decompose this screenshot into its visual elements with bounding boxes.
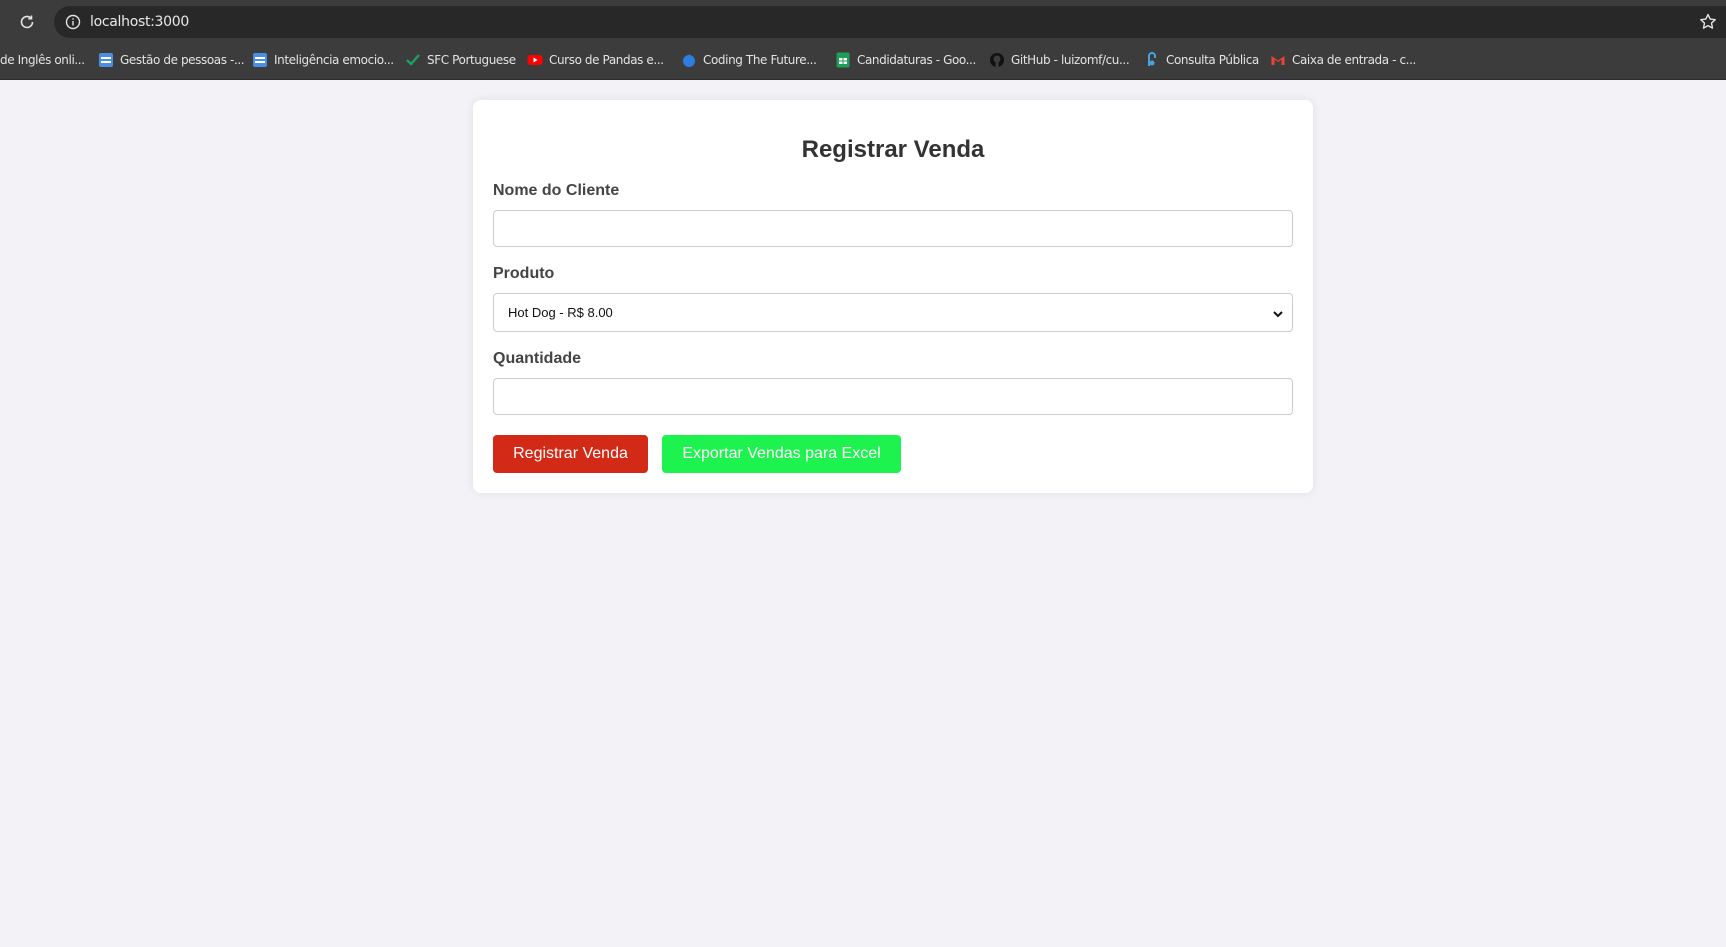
product-selected-value: Hot Dog - R$ 8.00: [508, 305, 613, 320]
site-info-icon[interactable]: [64, 13, 82, 31]
doc-icon: [98, 52, 114, 68]
reload-icon[interactable]: [17, 12, 37, 32]
bookmark-label: Caixa de entrada - c...: [1292, 53, 1416, 67]
export-excel-button[interactable]: Exportar Vendas para Excel: [662, 435, 901, 473]
quantity-label: Quantidade: [493, 350, 582, 367]
bookmark-github[interactable]: GitHub - luizomf/cu...: [989, 50, 1130, 70]
bookmark-candidaturas[interactable]: Candidaturas - Goo...: [835, 50, 976, 70]
check-icon: [405, 52, 421, 68]
bookmark-label: SFC Portuguese: [427, 53, 516, 67]
bookmark-inteligencia[interactable]: Inteligência emocio...: [252, 50, 394, 70]
url-text: localhost:3000: [90, 14, 189, 30]
github-icon: [989, 52, 1005, 68]
page-title: Registrar Venda: [801, 136, 985, 163]
bookmark-sfc[interactable]: SFC Portuguese: [405, 50, 516, 70]
bookmark-pandas[interactable]: Curso de Pandas e...: [527, 50, 664, 70]
bookmark-label: Consulta Pública: [1166, 53, 1259, 67]
register-sale-button[interactable]: Registrar Venda: [493, 435, 648, 473]
bookmarks-bar: de Inglês onli... Gestão de pessoas -...…: [0, 40, 1726, 80]
bookmark-star-icon[interactable]: [1698, 12, 1718, 32]
bookmark-label: Candidaturas - Goo...: [857, 53, 976, 67]
client-name-label: Nome do Cliente: [493, 182, 620, 199]
sale-form-card: Registrar Venda Nome do Cliente Produto …: [473, 100, 1313, 493]
doc-icon: [252, 52, 268, 68]
bookmark-label: Gestão de pessoas -...: [120, 53, 245, 67]
bookmark-label: de Inglês onli...: [0, 53, 85, 67]
drop-icon: [681, 52, 697, 68]
quantity-input[interactable]: [493, 378, 1293, 415]
gmail-icon: [1270, 52, 1286, 68]
browser-toolbar: localhost:3000: [0, 4, 1726, 40]
product-select[interactable]: Hot Dog - R$ 8.00: [493, 293, 1293, 332]
consulta-icon: [1144, 52, 1160, 68]
bookmark-label: Inteligência emocio...: [274, 53, 394, 67]
client-name-input[interactable]: [493, 210, 1293, 247]
sheets-icon: [835, 52, 851, 68]
youtube-icon: [527, 52, 543, 68]
product-label: Produto: [493, 265, 555, 282]
address-bar[interactable]: localhost:3000: [54, 6, 1726, 38]
bookmark-coding[interactable]: Coding The Future...: [681, 50, 817, 70]
bookmark-label: Curso de Pandas e...: [549, 53, 664, 67]
chevron-down-icon: [1272, 307, 1284, 319]
bookmark-gmail[interactable]: Caixa de entrada - c...: [1270, 50, 1416, 70]
bookmark-gestao[interactable]: Gestão de pessoas -...: [98, 50, 245, 70]
bookmark-ingles[interactable]: de Inglês onli...: [0, 50, 85, 70]
bookmark-label: Coding The Future...: [703, 53, 817, 67]
bookmark-label: GitHub - luizomf/cu...: [1011, 53, 1130, 67]
bookmark-consulta[interactable]: Consulta Pública: [1144, 50, 1259, 70]
